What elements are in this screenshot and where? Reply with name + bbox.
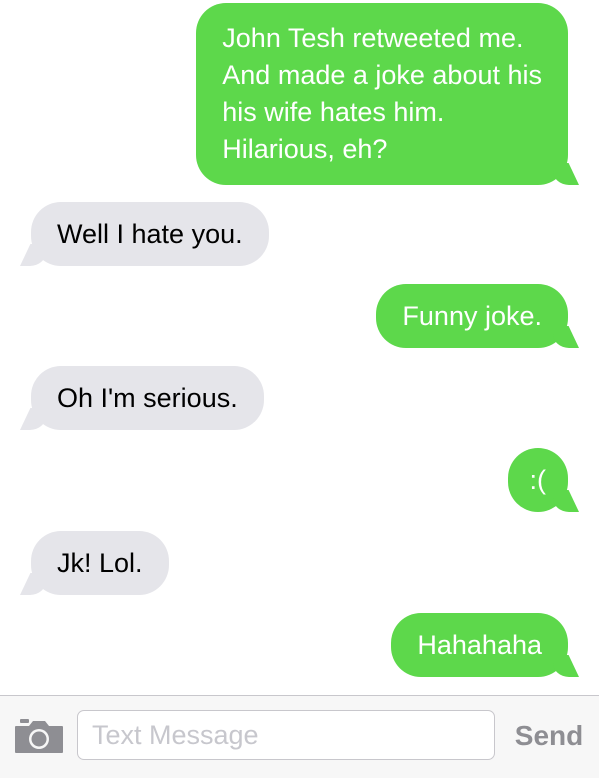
message-row: Well I hate you. [0, 202, 599, 266]
message-text: Jk! Lol. [57, 548, 143, 578]
send-button[interactable]: Send [505, 718, 593, 754]
message-row: Oh I'm serious. [0, 366, 599, 430]
message-text: Oh I'm serious. [57, 383, 238, 413]
message-thread: John Tesh retweeted me. And made a joke … [0, 0, 599, 695]
message-composer: Send [0, 695, 599, 778]
message-row: John Tesh retweeted me. And made a joke … [0, 3, 599, 185]
incoming-message-bubble[interactable]: Well I hate you. [31, 202, 269, 266]
incoming-message-bubble[interactable]: Oh I'm serious. [31, 366, 264, 430]
outgoing-message-bubble[interactable]: John Tesh retweeted me. And made a joke … [196, 3, 568, 185]
message-text: his wife hates him. [222, 97, 445, 127]
camera-button[interactable] [14, 718, 64, 754]
message-row: :( [0, 448, 599, 512]
message-text: :( [529, 465, 547, 495]
message-row: Hahahaha [0, 613, 599, 677]
outgoing-message-bubble[interactable]: :( [507, 448, 568, 512]
outgoing-message-bubble[interactable]: Hahahaha [391, 613, 568, 677]
message-row: Jk! Lol. [0, 531, 599, 595]
message-row: Funny joke. [0, 284, 599, 348]
message-text: And made a joke about his [222, 60, 542, 90]
message-text: John Tesh retweeted me. [222, 23, 524, 53]
message-text: Well I hate you. [57, 219, 243, 249]
message-text: Funny joke. [402, 301, 542, 331]
incoming-message-bubble[interactable]: Jk! Lol. [31, 531, 169, 595]
message-text: Hahahaha [417, 630, 542, 660]
message-text: Hilarious, eh? [222, 134, 388, 164]
camera-icon [15, 719, 63, 753]
outgoing-message-bubble[interactable]: Funny joke. [376, 284, 568, 348]
text-message-input[interactable] [77, 710, 495, 760]
